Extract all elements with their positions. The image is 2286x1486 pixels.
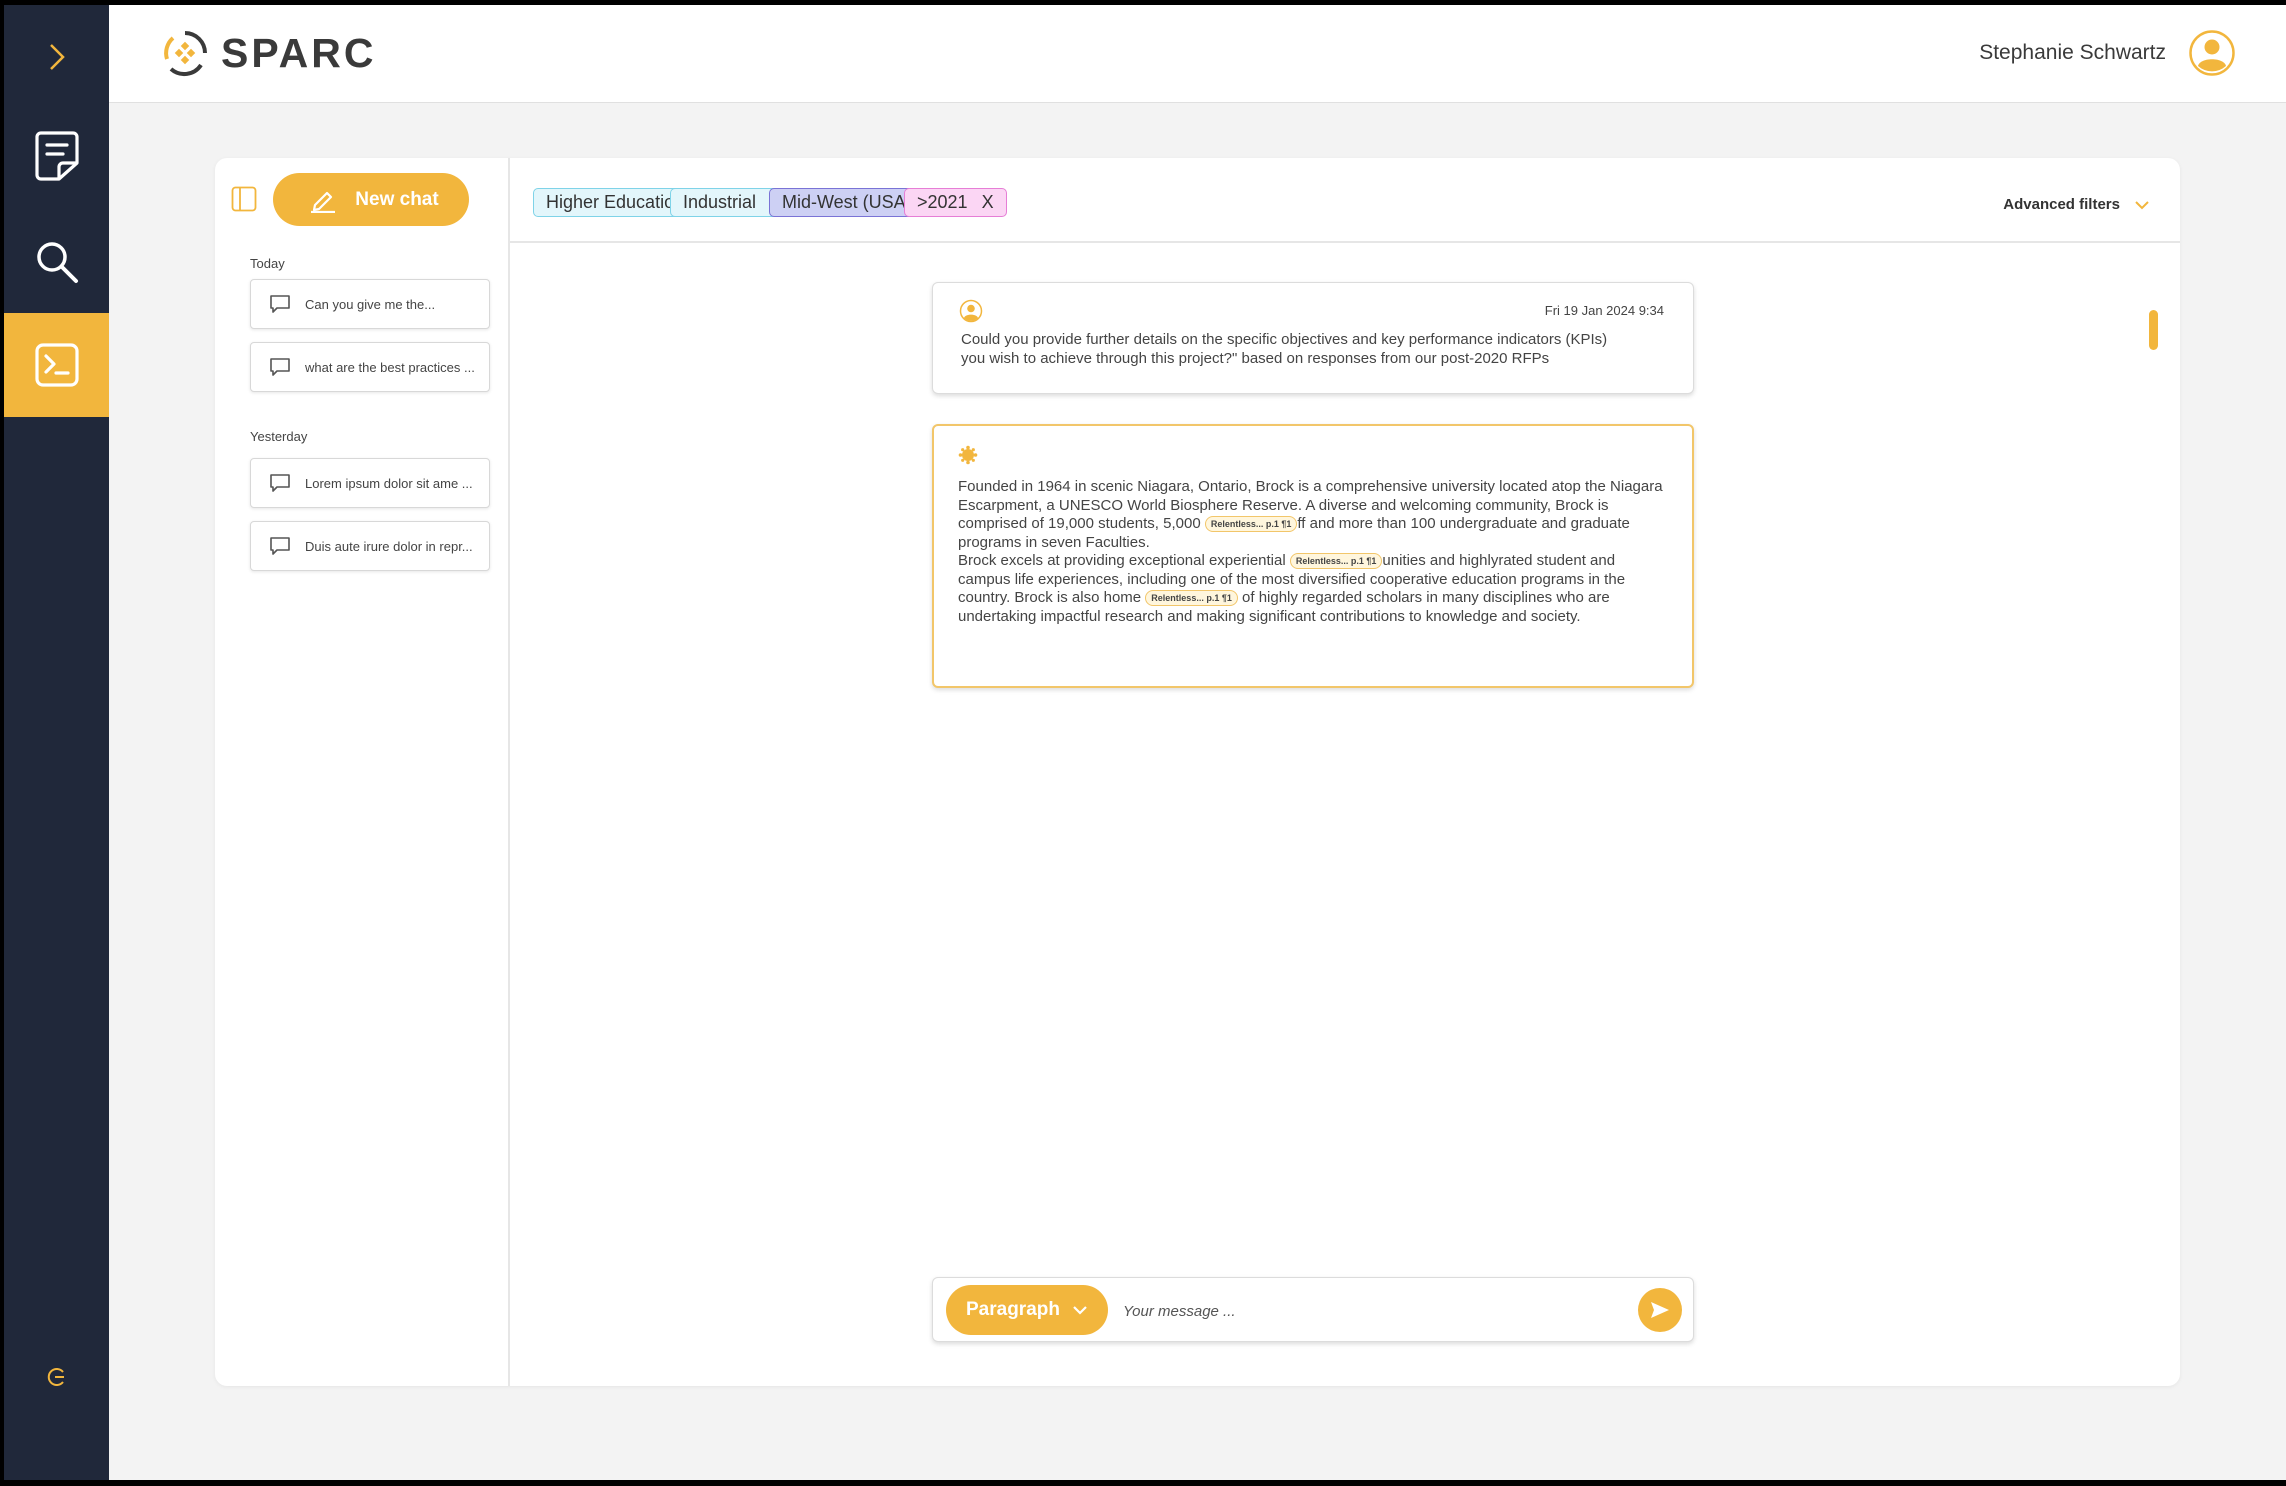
new-chat-label: New chat bbox=[355, 188, 439, 210]
user-name: Stephanie Schwartz bbox=[1979, 41, 2166, 64]
chat-bubble-icon bbox=[270, 295, 290, 313]
history-item[interactable]: Can you give me the... bbox=[250, 279, 490, 329]
filter-chip-label: >2021 bbox=[917, 192, 968, 212]
message-text: Could you provide further details on the… bbox=[961, 331, 1663, 368]
chat-bubble-icon bbox=[270, 474, 290, 492]
advanced-filters-dropdown[interactable]: Advanced filters bbox=[2003, 196, 2150, 213]
message-timestamp: Fri 19 Jan 2024 9:34 bbox=[1544, 303, 1664, 318]
history-item-label: Duis aute irure dolor in repr... bbox=[305, 538, 473, 554]
filter-bar: Higher Education X Industrial X Mid-West… bbox=[510, 158, 2180, 243]
document-icon bbox=[34, 131, 79, 181]
chevron-down-icon bbox=[2135, 200, 2149, 209]
sidebar-panel-icon bbox=[231, 186, 257, 212]
message-line: Could you provide further details on the… bbox=[961, 331, 1608, 348]
send-button[interactable] bbox=[1638, 1288, 1682, 1332]
message-input[interactable] bbox=[1121, 1290, 1625, 1332]
history-item-label: what are the best practices ... bbox=[305, 359, 475, 375]
filter-chip-label: Industrial bbox=[683, 192, 757, 212]
filter-chip-label: Mid-West (USA) bbox=[782, 192, 912, 212]
user-message: Fri 19 Jan 2024 9:34 Could you provide f… bbox=[932, 282, 1694, 394]
pencil-icon bbox=[311, 191, 336, 213]
chevron-right-icon bbox=[49, 44, 65, 70]
left-rail bbox=[4, 5, 109, 1480]
history-item-label: Lorem ipsum dolor sit ame ... bbox=[305, 475, 473, 491]
history-group-today: Today bbox=[250, 256, 285, 271]
rail-chat-button[interactable] bbox=[4, 313, 109, 417]
citation-badge[interactable]: Relentless... p.1 ¶1 bbox=[1204, 516, 1298, 532]
remove-filter-button[interactable]: X bbox=[982, 192, 994, 213]
assistant-icon bbox=[958, 445, 978, 465]
user-avatar-icon bbox=[2189, 30, 2235, 76]
message-text: Brock excels at providing exceptional ex… bbox=[958, 552, 1290, 569]
logout-button[interactable] bbox=[4, 1325, 109, 1429]
terminal-icon bbox=[34, 343, 79, 387]
chat-bubble-icon bbox=[270, 537, 290, 555]
chat-main: Higher Education X Industrial X Mid-West… bbox=[510, 158, 2180, 1386]
new-chat-button[interactable]: New chat bbox=[273, 173, 469, 226]
logout-icon bbox=[47, 1368, 64, 1386]
history-item-label: Can you give me the... bbox=[305, 296, 436, 312]
filter-chip[interactable]: >2021 X bbox=[904, 188, 1007, 217]
user-icon bbox=[959, 299, 983, 323]
brand-logo[interactable]: SPARC bbox=[161, 29, 376, 77]
message-line: you wish to achieve through this project… bbox=[961, 349, 1550, 367]
citation-badge[interactable]: Relentless... p.1 ¶1 bbox=[1289, 553, 1383, 569]
top-header: SPARC Stephanie Schwartz bbox=[109, 5, 2286, 103]
expand-rail-button[interactable] bbox=[4, 5, 109, 109]
chat-card: New chat Today Can you give me the... wh… bbox=[215, 158, 2180, 1386]
chat-history-panel: New chat Today Can you give me the... wh… bbox=[215, 158, 510, 1386]
rail-search-button[interactable] bbox=[4, 210, 109, 314]
app-window: SPARC Stephanie Schwartz New chat Today … bbox=[4, 5, 2286, 1480]
chat-bubble-icon bbox=[270, 358, 290, 376]
filter-chip-label: Higher Education bbox=[546, 192, 685, 212]
send-icon bbox=[1651, 1302, 1669, 1318]
chevron-down-icon bbox=[1073, 1306, 1087, 1315]
search-icon bbox=[36, 242, 78, 283]
history-group-yesterday: Yesterday bbox=[250, 429, 308, 444]
scrollbar-thumb[interactable] bbox=[2149, 310, 2158, 350]
toggle-history-button[interactable] bbox=[231, 186, 257, 217]
history-item[interactable]: Duis aute irure dolor in repr... bbox=[250, 521, 490, 571]
assistant-message-text: Founded in 1964 in scenic Niagara, Ontar… bbox=[958, 478, 1668, 626]
rail-documents-button[interactable] bbox=[4, 104, 109, 208]
message-composer: Paragraph bbox=[932, 1277, 1694, 1342]
citation-badge[interactable]: Relentless... p.1 ¶1 bbox=[1145, 590, 1238, 606]
output-mode-label: Paragraph bbox=[966, 1299, 1060, 1320]
output-mode-dropdown[interactable]: Paragraph bbox=[946, 1285, 1108, 1335]
history-item[interactable]: Lorem ipsum dolor sit ame ... bbox=[250, 458, 490, 508]
avatar[interactable] bbox=[2188, 29, 2236, 82]
brand-name: SPARC bbox=[221, 29, 377, 76]
sparc-logo-icon bbox=[164, 31, 207, 77]
history-item[interactable]: what are the best practices ... bbox=[250, 342, 490, 392]
assistant-message: Founded in 1964 in scenic Niagara, Ontar… bbox=[932, 424, 1694, 688]
advanced-filters-label: Advanced filters bbox=[2003, 196, 2120, 213]
